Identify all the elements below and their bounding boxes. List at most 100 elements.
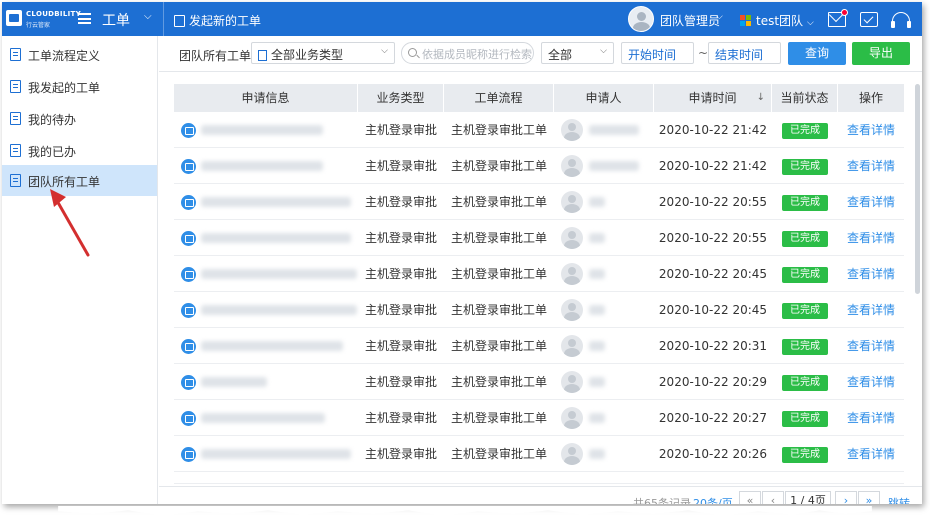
redacted-name <box>589 125 639 135</box>
end-time-placeholder: 结束时间 <box>715 48 764 62</box>
view-details-link[interactable]: 查看详情 <box>838 292 904 328</box>
range-separator: ~ <box>698 46 709 60</box>
redacted-name <box>589 449 605 459</box>
status-select[interactable]: 全部 ⌵ <box>541 42 614 64</box>
last-page-button[interactable]: » <box>858 491 880 504</box>
end-time-input[interactable]: 结束时间 <box>708 42 781 64</box>
query-button[interactable]: 查询 <box>788 42 846 65</box>
team-name: test团队 <box>756 14 804 28</box>
table-row[interactable]: 主机登录审批 主机登录审批工单 2020-10-22 20:55 已完成 查看详情 <box>174 220 904 256</box>
sort-down-icon[interactable]: ↓ <box>757 84 765 112</box>
status-cell: 已完成 <box>772 112 838 148</box>
avatar <box>561 407 583 429</box>
sidebar-item-label: 我的已办 <box>28 145 77 159</box>
table-row[interactable]: 主机登录审批 主机登录审批工单 2020-10-22 20:29 已完成 查看详情 <box>174 364 904 400</box>
applicant-cell <box>554 436 654 472</box>
column-header-business-type: 业务类型 <box>358 84 444 112</box>
team-switcher[interactable]: test团队 ⌵ <box>740 12 814 29</box>
redacted-text <box>201 161 323 171</box>
pagination: 共65条记录， 20条/页 « ‹ 1 / 4页 › » 跳转 <box>159 486 922 504</box>
filter-title: 团队所有工单 <box>179 49 252 63</box>
table-row[interactable]: 主机登录审批 主机登录审批工单 2020-10-22 20:27 已完成 查看详情 <box>174 400 904 436</box>
filter-bar: 团队所有工单 全部业务类型 ⌵ 依据成员昵称进行检索 全部 ⌵ 开始时间 ~ 结… <box>159 36 922 72</box>
menu-icon[interactable] <box>78 13 91 24</box>
view-details-link[interactable]: 查看详情 <box>838 328 904 364</box>
logo-icon <box>6 10 22 26</box>
divider <box>163 2 164 36</box>
view-details-link[interactable]: 查看详情 <box>838 220 904 256</box>
sidebar-item-my-initiated[interactable]: 我发起的工单 <box>2 71 157 102</box>
first-page-button[interactable]: « <box>739 491 761 504</box>
table-row[interactable]: 主机登录审批 主机登录审批工单 2020-10-22 20:55 已完成 查看详情 <box>174 184 904 220</box>
table-row[interactable]: 主机登录审批 主机登录审批工单 2020-10-22 21:42 已完成 查看详情 <box>174 148 904 184</box>
status-cell: 已完成 <box>772 256 838 292</box>
status-badge: 已完成 <box>782 338 828 355</box>
sidebar-item-flow-definition[interactable]: 工单流程定义 <box>2 39 157 70</box>
chevron-down-icon[interactable]: ⌵ <box>144 11 152 22</box>
view-details-link[interactable]: 查看详情 <box>838 148 904 184</box>
sidebar-item-my-todo[interactable]: 我的待办 <box>2 103 157 134</box>
redacted-text <box>201 197 351 207</box>
redacted-name <box>589 161 639 171</box>
order-icon <box>181 159 196 174</box>
column-header-label: 申请时间 <box>688 91 737 105</box>
page-size-select[interactable]: 20条/页 <box>693 495 733 504</box>
table-row[interactable]: 主机登录审批 主机登录审批工单 2020-10-22 20:26 已完成 查看详情 <box>174 436 904 472</box>
flow-cell: 主机登录审批工单 <box>450 339 547 353</box>
view-details-link[interactable]: 查看详情 <box>838 400 904 436</box>
avatar <box>561 227 583 249</box>
new-document-icon <box>174 15 185 27</box>
table-row[interactable] <box>174 472 904 484</box>
avatar <box>561 443 583 465</box>
business-type-cell: 主机登录审批 <box>364 375 437 389</box>
view-details-link[interactable]: 查看详情 <box>838 436 904 472</box>
scrollbar[interactable] <box>915 84 920 294</box>
view-details-link[interactable]: 查看详情 <box>838 184 904 220</box>
member-search-input[interactable]: 依据成员昵称进行检索 <box>401 42 534 64</box>
apply-time-cell: 2020-10-22 20:27 <box>658 411 768 425</box>
headset-icon[interactable] <box>891 12 911 28</box>
avatar <box>561 299 583 321</box>
redacted-name <box>589 377 605 387</box>
table-row[interactable]: 主机登录审批 主机登录审批工单 2020-10-22 20:31 已完成 查看详情 <box>174 328 904 364</box>
jump-button[interactable]: 跳转 <box>888 495 910 504</box>
business-type-cell: 主机登录审批 <box>364 159 437 173</box>
order-icon <box>181 267 196 282</box>
business-type-select[interactable]: 全部业务类型 ⌵ <box>251 42 395 64</box>
status-cell: 已完成 <box>772 328 838 364</box>
table-row[interactable]: 主机登录审批 主机登录审批工单 2020-10-22 21:42 已完成 查看详情 <box>174 112 904 148</box>
total-records: 共65条记录， <box>633 497 702 504</box>
redacted-text <box>201 125 323 135</box>
table-row[interactable]: 主机登录审批 主机登录审批工单 2020-10-22 20:45 已完成 查看详情 <box>174 256 904 292</box>
app-window: CLOUDBILITY 行云管家 工单 ⌵ 发起新的工单 团队管理员 ⌵ tes… <box>2 2 922 504</box>
view-details-link[interactable]: 查看详情 <box>838 364 904 400</box>
logo[interactable]: CLOUDBILITY 行云管家 <box>6 8 81 30</box>
prev-page-button[interactable]: ‹ <box>762 491 784 504</box>
apply-info-cell <box>174 364 358 400</box>
view-details-link[interactable]: 查看详情 <box>838 112 904 148</box>
clipboard-clock-icon <box>10 112 21 125</box>
column-header-apply-time[interactable]: 申请时间 ↓ <box>654 84 772 112</box>
todo-check-icon[interactable] <box>860 12 878 27</box>
business-type-cell: 主机登录审批 <box>364 195 437 209</box>
apply-info-cell <box>174 328 358 364</box>
start-time-placeholder: 开始时间 <box>628 48 677 62</box>
apply-time-cell: 2020-10-22 20:31 <box>658 339 768 353</box>
export-button[interactable]: 导出 <box>852 42 910 65</box>
table-row[interactable]: 主机登录审批 主机登录审批工单 2020-10-22 20:45 已完成 查看详情 <box>174 292 904 328</box>
order-icon <box>181 483 196 484</box>
chevron-down-icon: ⌵ <box>600 46 607 56</box>
redacted-text <box>201 449 351 459</box>
start-time-input[interactable]: 开始时间 <box>621 42 694 64</box>
mail-icon[interactable] <box>828 9 848 27</box>
sidebar-item-my-done[interactable]: 我的已办 <box>2 135 157 166</box>
new-order-button[interactable]: 发起新的工单 <box>174 12 261 29</box>
next-page-button[interactable]: › <box>835 491 857 504</box>
user-name: 团队管理员 <box>660 14 721 28</box>
module-title[interactable]: 工单 <box>102 10 130 30</box>
status-badge: 已完成 <box>782 302 828 319</box>
view-details-link[interactable]: 查看详情 <box>838 256 904 292</box>
business-type-cell: 主机登录审批 <box>364 267 437 281</box>
applicant-cell <box>554 256 654 292</box>
business-type-cell: 主机登录审批 <box>364 303 437 317</box>
